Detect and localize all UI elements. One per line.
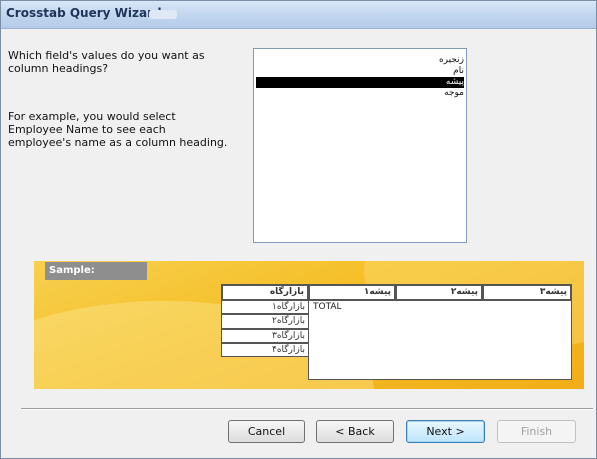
field-list-item[interactable]: نام	[256, 66, 464, 77]
sample-row-label: بازارگاه۱	[221, 300, 309, 314]
sample-row-label: بازارگاه۴	[221, 343, 309, 357]
field-list[interactable]: زنجیره نام پیشه موجه	[253, 48, 467, 243]
field-list-item[interactable]: موجه	[256, 88, 464, 99]
column-heading-question: Which field's values do you want as colu…	[8, 49, 205, 75]
back-button[interactable]: < Back	[316, 420, 394, 443]
sample-value-area: TOTAL	[308, 300, 572, 380]
sample-row-label: بازارگاه۲	[221, 314, 309, 329]
next-button[interactable]: Next >	[406, 420, 485, 443]
field-list-item[interactable]: زنجیره	[256, 55, 464, 66]
sample-column-header: پیشه۱	[308, 284, 396, 301]
sample-total-value: TOTAL	[313, 302, 342, 312]
sample-column-header: پیشه۲	[395, 284, 483, 301]
sample-column-header: پیشه۳	[482, 284, 572, 301]
cancel-button[interactable]: Cancel	[228, 420, 305, 443]
column-heading-example: For example, you would select Employee N…	[8, 110, 228, 149]
field-list-item-selected[interactable]: پیشه	[256, 77, 464, 88]
sample-preview-panel: Sample: بازارگاه پیشه۱ پیشه۲ پیشه۳ بازار…	[34, 261, 584, 389]
crosstab-query-wizard-window: Crosstab Query Wizard Which field's valu…	[0, 0, 597, 459]
finish-button[interactable]: Finish	[497, 420, 576, 443]
sample-row-label: بازارگاه۳	[221, 329, 309, 343]
sample-label: Sample:	[45, 262, 147, 280]
button-separator	[21, 408, 593, 410]
title-bar[interactable]: Crosstab Query Wizard	[1, 1, 596, 29]
window-title: Crosstab Query Wizard	[6, 6, 162, 20]
sample-row-header: بازارگاه	[221, 284, 309, 301]
title-bar-glow	[149, 10, 177, 19]
